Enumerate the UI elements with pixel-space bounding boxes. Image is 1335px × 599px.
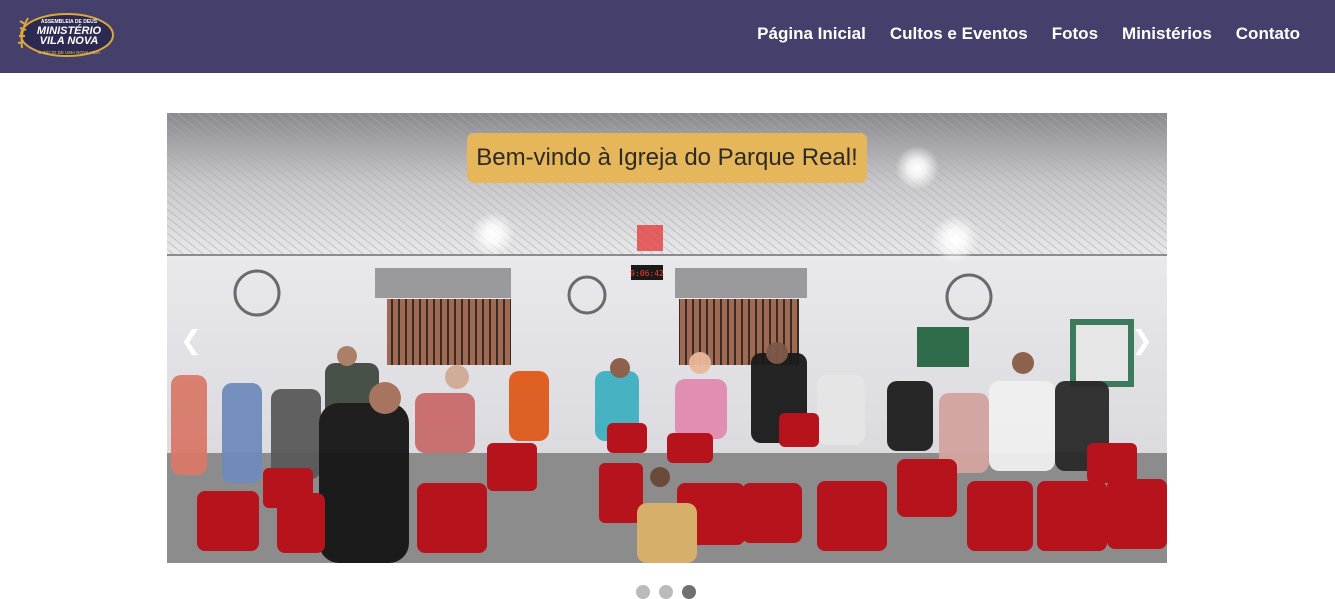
slide-dot-2[interactable] — [659, 585, 673, 599]
next-slide-button[interactable]: ❯ — [1131, 328, 1153, 354]
logo-tagline: O INÍCIO DE UMA NOVA VIDA — [38, 49, 100, 55]
slide-indicators — [636, 585, 696, 599]
main-nav: Página Inicial Cultos e Eventos Fotos Mi… — [757, 24, 1300, 44]
slide-dot-3[interactable] — [682, 585, 696, 599]
image-slideshow: 9:06:42 Bem-vindo à Igreja do Parque Rea… — [167, 113, 1167, 563]
nav-ministries[interactable]: Ministérios — [1122, 24, 1212, 44]
church-logo[interactable]: ASSEMBLEIA DE DEUS MINISTÉRIO VILA NOVA … — [12, 8, 116, 62]
slide-dot-1[interactable] — [636, 585, 650, 599]
slide-caption: Bem-vindo à Igreja do Parque Real! — [467, 133, 867, 183]
previous-slide-button[interactable]: ❮ — [180, 328, 202, 354]
wall-clock: 9:06:42 — [630, 269, 664, 278]
nav-services-events[interactable]: Cultos e Eventos — [890, 24, 1028, 44]
nav-photos[interactable]: Fotos — [1052, 24, 1098, 44]
logo-line3: VILA NOVA — [40, 35, 99, 47]
site-header: ASSEMBLEIA DE DEUS MINISTÉRIO VILA NOVA … — [0, 0, 1335, 73]
nav-home[interactable]: Página Inicial — [757, 24, 866, 44]
nav-contact[interactable]: Contato — [1236, 24, 1300, 44]
